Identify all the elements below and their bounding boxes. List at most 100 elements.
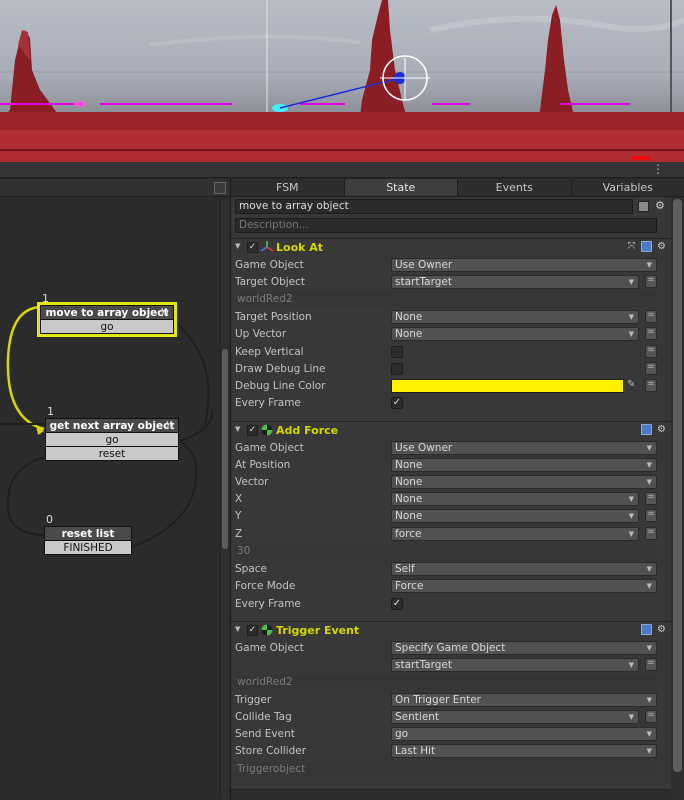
action-enabled-checkbox[interactable]: ✓ (247, 625, 258, 636)
help-book-icon[interactable] (641, 624, 652, 635)
physics-icon (261, 424, 273, 436)
field-vector: Vector None ▼ (231, 474, 671, 491)
x-dropdown[interactable]: None ▼ (391, 492, 639, 506)
node-event-go[interactable]: go (45, 433, 179, 447)
field-label: Debug Line Color (235, 380, 326, 392)
field-label: Trigger (235, 694, 272, 706)
keep-vertical-checkbox[interactable] (391, 346, 403, 358)
variable-toggle-button[interactable]: = (645, 275, 657, 288)
force-mode-dropdown[interactable]: Force ▼ (391, 579, 657, 593)
node-title[interactable]: move to array object ⟩⟩ (40, 305, 174, 320)
state-node-move-to-array-object[interactable]: 1 move to array object ⟩⟩ go (37, 292, 177, 337)
variable-toggle-button[interactable]: = (645, 492, 657, 505)
target-object-dropdown[interactable]: startTarget ▼ (391, 275, 639, 289)
settings-icon[interactable]: ⚙ (655, 199, 665, 212)
dropdown-value: None (395, 328, 423, 340)
field-target-object: Target Object startTarget ▼ = (231, 274, 671, 291)
description-input[interactable]: Description... (235, 218, 657, 233)
dropdown-value: None (395, 311, 423, 323)
help-book-icon[interactable] (641, 241, 652, 252)
at-position-dropdown[interactable]: None ▼ (391, 458, 657, 472)
fsm-graph-panel[interactable]: 1 move to array object ⟩⟩ go 1 get next … (0, 179, 230, 800)
chevron-down-icon: ▼ (646, 696, 652, 704)
dropdown-value: None (395, 510, 423, 522)
tab-state[interactable]: State (344, 179, 458, 196)
game-object-target-dropdown[interactable]: startTarget ▼ (391, 658, 639, 672)
action-enabled-checkbox[interactable]: ✓ (247, 425, 258, 436)
collide-tag-dropdown[interactable]: Sentient ▼ (391, 710, 639, 724)
variable-toggle-button[interactable]: = (645, 362, 657, 375)
node-count: 1 (47, 405, 54, 418)
settings-icon[interactable]: ⚙ (656, 624, 667, 635)
game-object-dropdown[interactable]: Use Owner ▼ (391, 258, 657, 272)
field-label: Y (235, 510, 242, 522)
eyedropper-icon[interactable]: ✎ (627, 379, 635, 390)
node-title[interactable]: reset list (44, 526, 132, 541)
node-event-reset[interactable]: reset (45, 447, 179, 461)
settings-icon[interactable]: ⚙ (656, 241, 667, 252)
help-book-icon[interactable] (641, 424, 652, 435)
object-preview-text: worldRed2 (235, 675, 657, 690)
state-node-reset-list[interactable]: 0 reset list FINISHED (44, 513, 132, 555)
node-event-finished[interactable]: FINISHED (44, 541, 132, 555)
tab-events[interactable]: Events (458, 179, 572, 196)
field-z: Z force ▼ = (231, 526, 671, 543)
variable-toggle-button[interactable]: = (645, 527, 657, 540)
scrollbar-thumb[interactable] (222, 349, 228, 549)
variable-toggle-button[interactable]: = (645, 327, 657, 340)
action-header-add-force[interactable]: ▼ ✓ Add Force ⚙ (231, 421, 671, 439)
game-object-dropdown[interactable]: Specify Game Object ▼ (391, 641, 657, 655)
every-frame-checkbox[interactable]: ✓ (391, 397, 403, 409)
draw-debug-line-checkbox[interactable] (391, 363, 403, 375)
action-header-look-at[interactable]: ▼ ✓ Look At ⤧ ⚙ (231, 238, 671, 256)
action-header-trigger-event[interactable]: ▼ ✓ Trigger Event ⚙ (231, 621, 671, 639)
variable-toggle-button[interactable]: = (645, 345, 657, 358)
chevron-down-icon: ▼ (646, 261, 652, 269)
variable-toggle-button[interactable]: = (645, 710, 657, 723)
state-color-swatch[interactable] (638, 201, 649, 212)
action-title: Trigger Event (276, 624, 360, 637)
game-object-dropdown[interactable]: Use Owner ▼ (391, 441, 657, 455)
scrollbar-thumb[interactable] (673, 199, 682, 772)
menu-icon[interactable]: ⋮ (652, 162, 664, 176)
variable-toggle-button[interactable]: = (645, 310, 657, 323)
object-preview-text: worldRed2 (235, 292, 657, 307)
target-position-dropdown[interactable]: None ▼ (391, 310, 639, 324)
z-dropdown[interactable]: force ▼ (391, 527, 639, 541)
tab-fsm[interactable]: FSM (231, 179, 345, 196)
every-frame-checkbox[interactable]: ✓ (391, 598, 403, 610)
chevron-down-icon: ▼ (628, 512, 634, 520)
fold-arrow-icon[interactable]: ▼ (235, 625, 240, 633)
node-title[interactable]: get next array object ⟩⟩ (45, 418, 179, 433)
settings-icon[interactable]: ⚙ (656, 424, 667, 435)
tab-variables[interactable]: Variables (572, 179, 684, 196)
state-name-row: move to array object ⚙ (231, 199, 671, 215)
state-node-get-next-array-object[interactable]: 1 get next array object ⟩⟩ go reset (45, 405, 179, 461)
field-keep-vertical: Keep Vertical = (231, 344, 671, 361)
fold-arrow-icon[interactable]: ▼ (235, 242, 240, 250)
field-label: Send Event (235, 728, 295, 740)
y-dropdown[interactable]: None ▼ (391, 509, 639, 523)
vector-dropdown[interactable]: None ▼ (391, 475, 657, 489)
variable-toggle-button[interactable]: = (645, 509, 657, 522)
field-x: X None ▼ = (231, 491, 671, 508)
state-name-input[interactable]: move to array object (235, 199, 633, 214)
send-event-dropdown[interactable]: go ▼ (391, 727, 657, 741)
variable-toggle-button[interactable]: = (645, 379, 657, 392)
debug-line-color-swatch[interactable] (391, 379, 624, 393)
store-collider-dropdown[interactable]: Last Hit ▼ (391, 744, 657, 758)
node-event-go[interactable]: go (40, 320, 174, 334)
up-vector-dropdown[interactable]: None ▼ (391, 327, 639, 341)
field-debug-line-color: Debug Line Color ✎ = (231, 378, 671, 395)
fold-arrow-icon[interactable]: ▼ (235, 425, 240, 433)
description-row: Description... (231, 217, 671, 235)
game-view[interactable] (0, 0, 684, 162)
action-enabled-checkbox[interactable]: ✓ (247, 242, 258, 253)
space-dropdown[interactable]: Self ▼ (391, 562, 657, 576)
variable-toggle-button[interactable]: = (645, 658, 657, 671)
axis-gizmo-icon[interactable]: ⤧ (626, 241, 637, 252)
trigger-dropdown[interactable]: On Trigger Enter ▼ (391, 693, 657, 707)
graph-scrollbar[interactable] (220, 199, 229, 799)
inspector-scrollbar[interactable] (671, 197, 684, 800)
dropdown-value: Last Hit (395, 745, 436, 757)
